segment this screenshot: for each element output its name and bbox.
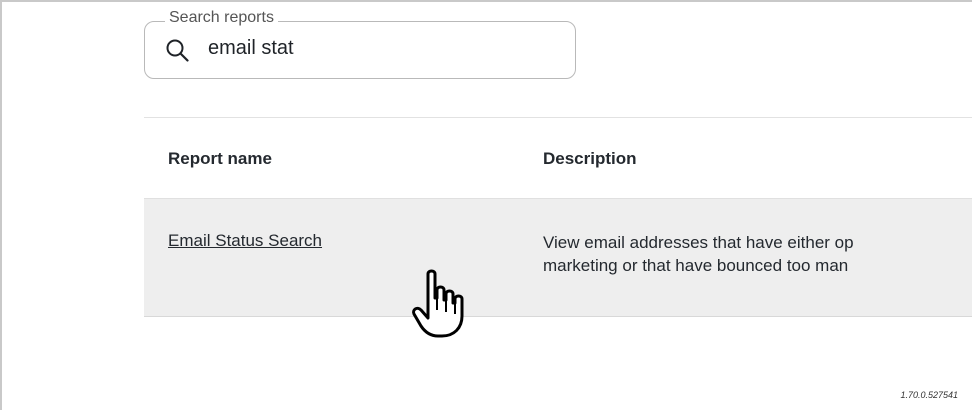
search-legend: Search reports — [165, 9, 278, 27]
column-header-report-name[interactable]: Report name — [168, 149, 272, 169]
description-line: marketing or that have bounced too man — [543, 256, 849, 275]
table-row[interactable]: Email Status Search View email addresses… — [144, 198, 972, 317]
description-line: View email addresses that have either op — [543, 233, 854, 252]
report-description: View email addresses that have either op… — [543, 231, 972, 277]
frame-left-border — [0, 0, 2, 410]
hand-pointer-icon — [412, 269, 464, 338]
version-label: 1.70.0.527541 — [900, 390, 958, 400]
report-link-email-status-search[interactable]: Email Status Search — [168, 231, 322, 251]
frame-top-border — [0, 0, 972, 2]
reports-page: Search reports email stat Report name De… — [0, 0, 972, 410]
column-header-description: Description — [543, 149, 637, 168]
search-input[interactable]: email stat — [208, 36, 294, 60]
search-icon — [166, 39, 189, 62]
search-reports-field[interactable]: Search reports email stat — [144, 9, 576, 79]
table-top-divider — [144, 117, 972, 118]
